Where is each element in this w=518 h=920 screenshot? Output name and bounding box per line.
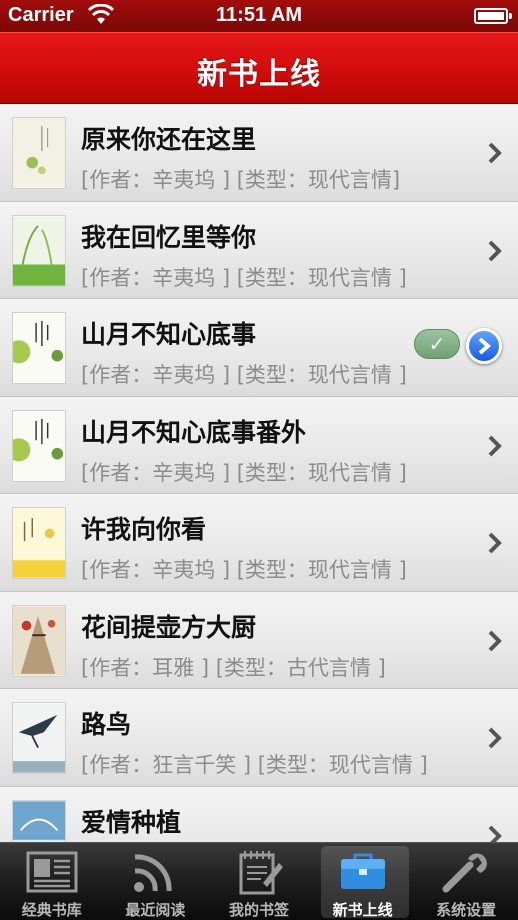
- tab-label: 系统设置: [436, 901, 497, 919]
- list-item[interactable]: 原来你还在这里 [作者：辛夷坞 ] [类型：现代言情]: [0, 104, 518, 202]
- notepad-icon: [239, 851, 283, 895]
- checkmark-icon: ✓: [428, 332, 446, 356]
- status-bar: Carrier 11:51 AM: [0, 0, 518, 32]
- wrench-icon: [442, 853, 488, 893]
- book-meta: [作者：辛夷坞 ] [类型：现代言情 ]: [81, 558, 407, 582]
- book-list[interactable]: 原来你还在这里 [作者：辛夷坞 ] [类型：现代言情] 我在回忆里等你 [作者：…: [0, 104, 518, 842]
- battery-icon: [474, 8, 512, 24]
- tab-label: 最近阅读: [125, 901, 186, 919]
- chevron-right-icon: [488, 825, 502, 842]
- book-cover-icon: [12, 702, 66, 774]
- chevron-right-icon: [488, 240, 502, 261]
- page-title: 新书上线: [197, 57, 321, 92]
- chevron-right-icon: [488, 727, 502, 749]
- book-cover-icon: [12, 409, 66, 482]
- list-item[interactable]: 山月不知心底事番外 [作者：辛夷坞 ] [类型：现代言情 ]: [0, 396, 518, 494]
- book-cover-icon: [12, 214, 66, 287]
- book-title: 山月不知心底事番外: [81, 417, 307, 447]
- book-cover-icon: [12, 507, 66, 579]
- chevron-right-icon: [478, 337, 492, 355]
- book-meta: [作者：辛夷坞 ] [类型：现代言情 ]: [81, 265, 407, 290]
- list-item[interactable]: 我在回忆里等你 [作者：辛夷坞 ] [类型：现代言情 ]: [0, 201, 518, 299]
- list-item[interactable]: 山月不知心底事 [作者：辛夷坞 ] [类型：现代言情 ] ✓: [0, 299, 518, 397]
- tab-my-bookmarks[interactable]: 我的书签: [207, 843, 311, 920]
- tab-classic-library[interactable]: 经典书库: [0, 843, 104, 920]
- book-cover-icon: [12, 799, 66, 842]
- book-title: 路鸟: [81, 710, 132, 739]
- tab-recent-reading[interactable]: 最近阅读: [104, 843, 208, 920]
- detail-disclosure-button[interactable]: [466, 328, 502, 364]
- tab-label: 新书上线: [332, 901, 393, 919]
- tab-label: 经典书库: [21, 901, 82, 919]
- book-title: 爱情种植: [81, 807, 182, 837]
- nav-bar: 新书上线: [0, 32, 518, 104]
- status-time: 11:51 AM: [216, 4, 302, 26]
- rss-icon: [134, 854, 172, 892]
- chevron-right-icon: [488, 630, 502, 651]
- chevron-right-icon: [488, 532, 502, 554]
- book-title: 原来你还在这里: [81, 125, 257, 154]
- toolbox-icon: [340, 853, 385, 889]
- tab-label: 我的书签: [228, 901, 289, 919]
- list-item[interactable]: 路鸟 [作者：狂言千笑 ] [类型：现代言情 ]: [0, 689, 518, 787]
- book-title: 许我向你看: [81, 515, 207, 544]
- tab-new-books[interactable]: 新书上线: [311, 843, 415, 920]
- newspaper-icon: [26, 851, 78, 893]
- book-meta: [作者：辛夷坞 ] [类型：现代言情]: [81, 168, 401, 192]
- book-title: 我在回忆里等你: [81, 222, 257, 252]
- book-title: 花间提壶方大厨: [81, 612, 257, 642]
- book-meta: [作者：辛夷坞 ] [类型：现代言情 ]: [81, 460, 407, 485]
- check-badge: ✓: [414, 329, 460, 359]
- list-item[interactable]: 许我向你看 [作者：辛夷坞 ] [类型：现代言情 ]: [0, 494, 518, 592]
- chevron-right-icon: [488, 142, 502, 164]
- book-cover-icon: [12, 117, 66, 189]
- book-cover-icon: [12, 312, 66, 384]
- tab-bar: 经典书库 最近阅读 我的书签 新书上线 系统设置: [0, 842, 518, 920]
- list-item[interactable]: 花间提壶方大厨 [作者：耳雅 ] [类型：古代言情 ]: [0, 591, 518, 689]
- book-meta: [作者：狂言千笑 ] [类型：现代言情 ]: [81, 753, 428, 777]
- book-cover-icon: [12, 604, 66, 677]
- list-item[interactable]: 爱情种植: [0, 786, 518, 842]
- tab-system-settings[interactable]: 系统设置: [414, 843, 518, 920]
- book-title: 山月不知心底事: [81, 320, 257, 349]
- book-meta: [作者：耳雅 ] [类型：古代言情 ]: [81, 655, 386, 680]
- book-meta: [作者：辛夷坞 ] [类型：现代言情 ]: [81, 363, 407, 387]
- chevron-right-icon: [488, 435, 502, 456]
